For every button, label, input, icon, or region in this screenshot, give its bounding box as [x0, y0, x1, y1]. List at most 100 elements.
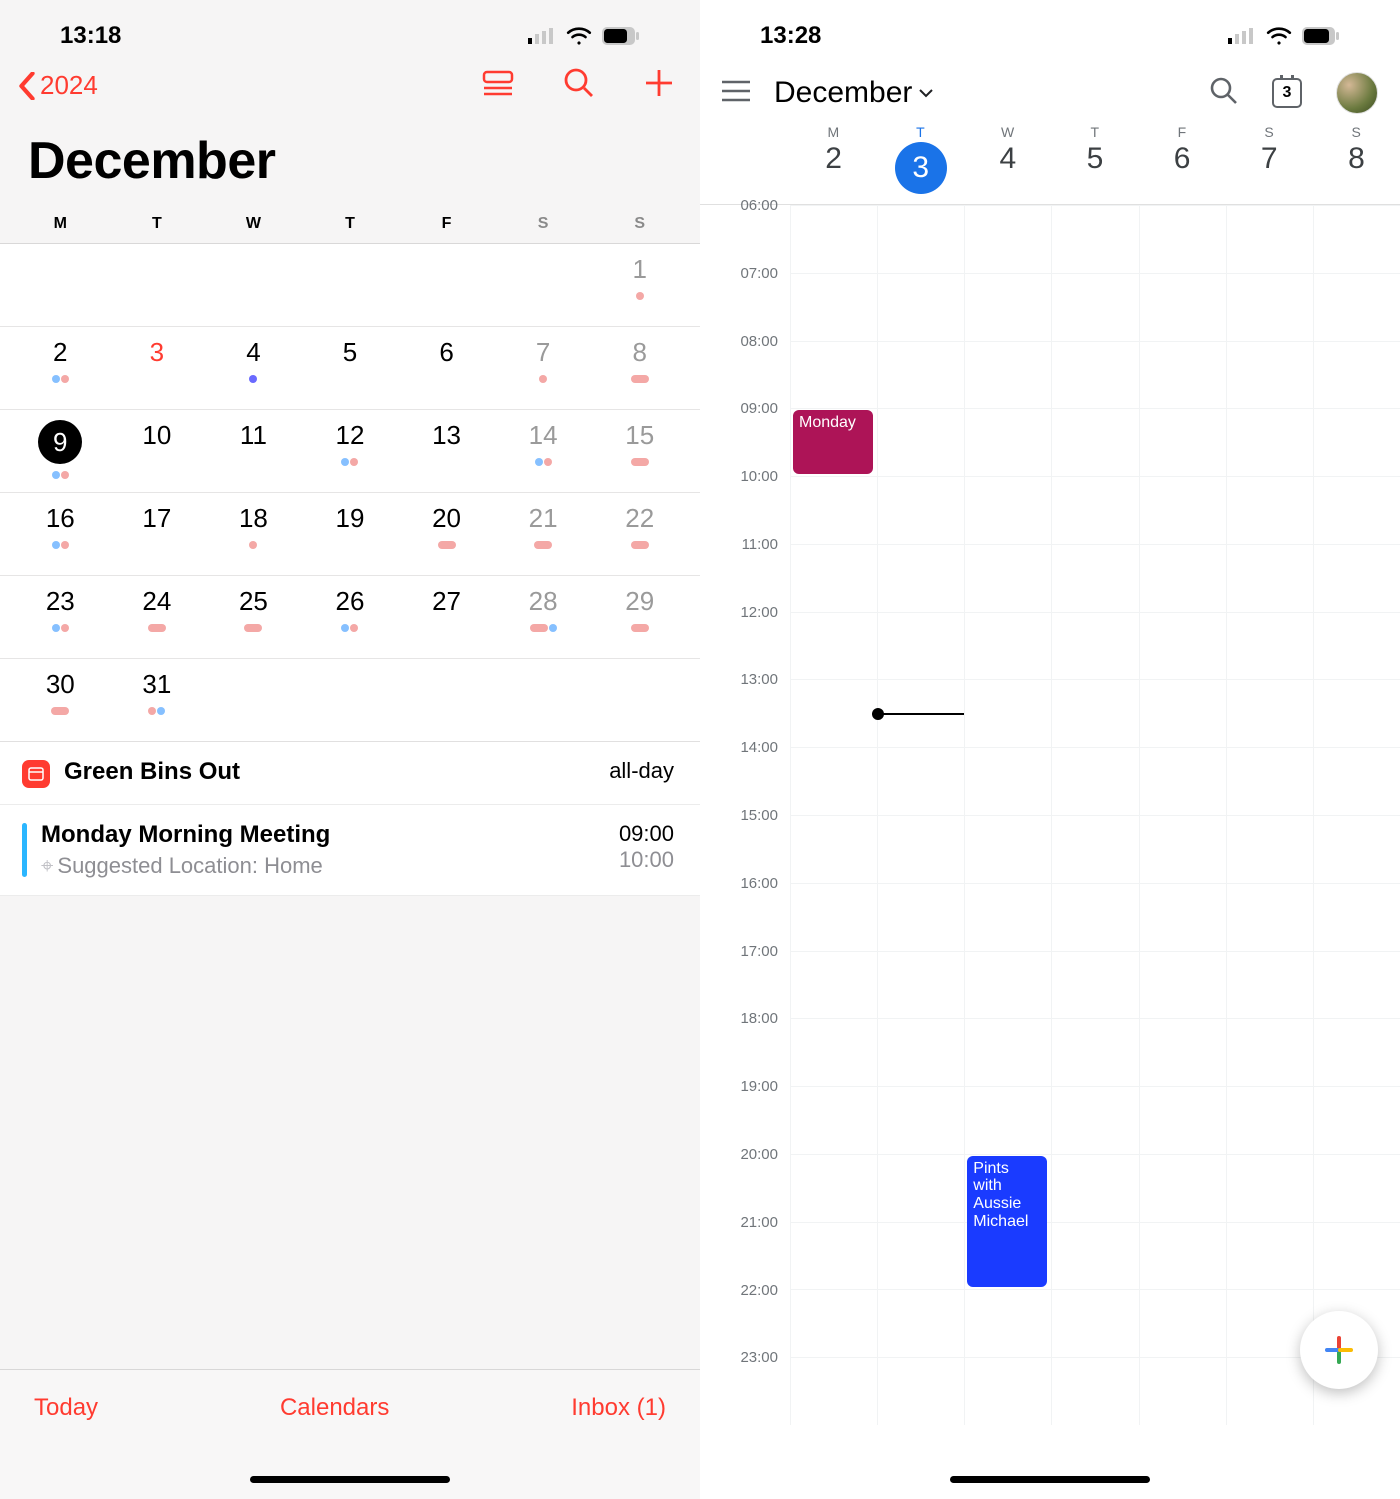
calendar-day[interactable]: 14: [495, 410, 592, 492]
calendar-day[interactable]: 29: [591, 576, 688, 658]
list-view-icon[interactable]: [482, 70, 514, 101]
calendar-day[interactable]: 20: [398, 493, 495, 575]
day-column[interactable]: [1051, 205, 1138, 1425]
day-number: 8: [1348, 142, 1365, 176]
day-column-header[interactable]: F6: [1139, 124, 1226, 194]
day-number: 19: [336, 503, 365, 534]
event-dot: [249, 375, 257, 383]
day-number: 2: [825, 142, 842, 176]
event-dots: [636, 291, 644, 301]
calendar-event[interactable]: Monday: [793, 410, 873, 474]
calendar-day[interactable]: 5: [302, 327, 399, 409]
calendar-day[interactable]: 6: [398, 327, 495, 409]
calendar-day[interactable]: 23: [12, 576, 109, 658]
calendar-day[interactable]: 21: [495, 493, 592, 575]
calendar-event[interactable]: Pints with Aussie Michael: [967, 1156, 1047, 1288]
back-button[interactable]: 2024: [18, 70, 98, 101]
calendar-day[interactable]: 12: [302, 410, 399, 492]
calendar-day[interactable]: 4: [205, 327, 302, 409]
day-column-header[interactable]: S8: [1313, 124, 1400, 194]
calendar-day[interactable]: 10: [109, 410, 206, 492]
calendar-day[interactable]: 27: [398, 576, 495, 658]
weekday-label: T: [109, 215, 206, 233]
day-column[interactable]: [1226, 205, 1313, 1425]
profile-avatar[interactable]: [1336, 72, 1378, 114]
month-selector[interactable]: December: [774, 76, 934, 110]
day-column-header[interactable]: M2: [790, 124, 877, 194]
ios-navbar: 2024: [0, 58, 700, 111]
event-dot: [51, 707, 69, 715]
tab-inbox[interactable]: Inbox (1): [571, 1394, 666, 1422]
day-column-header[interactable]: T3: [877, 124, 964, 194]
day-column[interactable]: [1139, 205, 1226, 1425]
weekday-label: W: [205, 215, 302, 233]
calendar-day[interactable]: 30: [12, 659, 109, 741]
create-fab[interactable]: [1300, 1311, 1378, 1389]
tab-today[interactable]: Today: [34, 1394, 98, 1422]
day-column-header[interactable]: W4: [964, 124, 1051, 194]
calendar-day[interactable]: 26: [302, 576, 399, 658]
event-time: all-day: [609, 758, 674, 784]
calendar-day[interactable]: 19: [302, 493, 399, 575]
day-column[interactable]: [877, 205, 964, 1425]
now-indicator: [878, 713, 964, 715]
wifi-icon: [566, 26, 592, 46]
calendar-day[interactable]: 18: [205, 493, 302, 575]
event-dots: [249, 540, 257, 550]
event-dot: [544, 458, 552, 466]
search-icon[interactable]: [564, 68, 594, 103]
today-button[interactable]: 3: [1272, 78, 1302, 108]
calendar-day[interactable]: 9: [12, 410, 109, 492]
calendar-day[interactable]: 13: [398, 410, 495, 492]
event-item[interactable]: Green Bins Outall-day: [0, 742, 700, 805]
week-timegrid[interactable]: 06:0007:0008:0009:0010:0011:0012:0013:00…: [700, 205, 1400, 1425]
calendar-day[interactable]: 22: [591, 493, 688, 575]
calendar-day[interactable]: 28: [495, 576, 592, 658]
calendar-day[interactable]: 11: [205, 410, 302, 492]
hour-label: 09:00: [700, 408, 790, 476]
ios-calendar-app: 13:18 2024: [0, 0, 700, 1499]
calendar-day[interactable]: 17: [109, 493, 206, 575]
calendar-day[interactable]: 3: [109, 327, 206, 409]
calendar-day[interactable]: 2: [12, 327, 109, 409]
calendar-day[interactable]: 7: [495, 327, 592, 409]
calendar-day[interactable]: 15: [591, 410, 688, 492]
event-item[interactable]: Monday Morning Meeting⌖Suggested Locatio…: [0, 805, 700, 896]
calendar-day: [591, 659, 688, 741]
day-column-header[interactable]: T5: [1051, 124, 1138, 194]
add-icon[interactable]: [644, 68, 674, 103]
calendar-icon: [22, 760, 50, 788]
calendar-day[interactable]: 1: [591, 244, 688, 326]
search-icon[interactable]: [1210, 77, 1238, 110]
bottom-tab-bar: Today Calendars Inbox (1): [0, 1369, 700, 1499]
day-column[interactable]: Pints with Aussie Michael: [964, 205, 1051, 1425]
event-dots: [539, 374, 547, 384]
hour-label: 20:00: [700, 1154, 790, 1222]
calendar-row: 23242526272829: [0, 575, 700, 658]
calendar-day[interactable]: 8: [591, 327, 688, 409]
page-title: December: [0, 111, 700, 215]
calendar-day[interactable]: 24: [109, 576, 206, 658]
hour-label: 18:00: [700, 1018, 790, 1086]
event-dot: [61, 471, 69, 479]
menu-icon[interactable]: [722, 80, 750, 107]
day-column[interactable]: Monday: [790, 205, 877, 1425]
tab-calendars[interactable]: Calendars: [280, 1394, 389, 1422]
day-column-header[interactable]: S7: [1226, 124, 1313, 194]
status-bar: 13:28: [700, 0, 1400, 58]
calendar-day[interactable]: 16: [12, 493, 109, 575]
calendar-day[interactable]: 31: [109, 659, 206, 741]
day-number: 11: [240, 420, 267, 451]
gcal-topbar: December 3: [700, 58, 1400, 124]
calendar-day[interactable]: 25: [205, 576, 302, 658]
event-dot: [52, 624, 60, 632]
hour-label: 11:00: [700, 544, 790, 612]
day-column[interactable]: [1313, 205, 1400, 1425]
home-indicator[interactable]: [950, 1476, 1150, 1483]
event-dot: [539, 375, 547, 383]
home-indicator[interactable]: [250, 1476, 450, 1483]
calendar-row: 9 10 11 12131415: [0, 409, 700, 492]
weekday-label: S: [1264, 124, 1274, 140]
day-number: 9: [38, 420, 82, 464]
calendar-day: [398, 244, 495, 326]
